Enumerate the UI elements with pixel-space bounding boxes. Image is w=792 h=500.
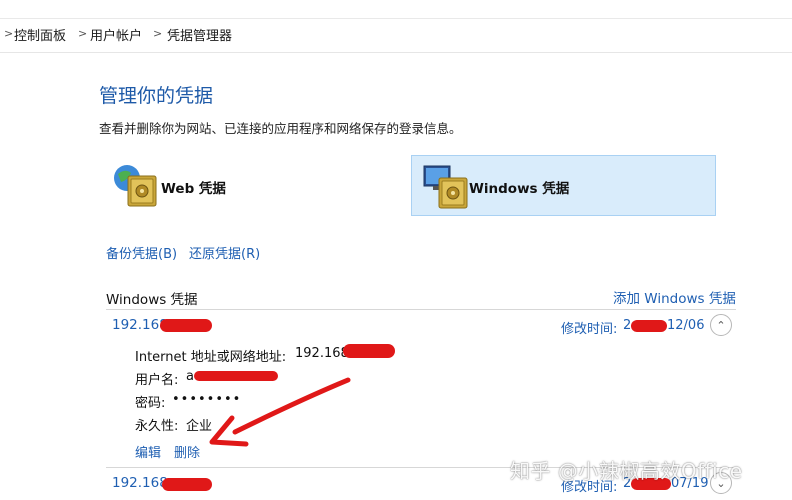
watermark: 知乎 @小辣椒高效Office — [510, 459, 743, 483]
annotation-arrow — [209, 377, 351, 447]
